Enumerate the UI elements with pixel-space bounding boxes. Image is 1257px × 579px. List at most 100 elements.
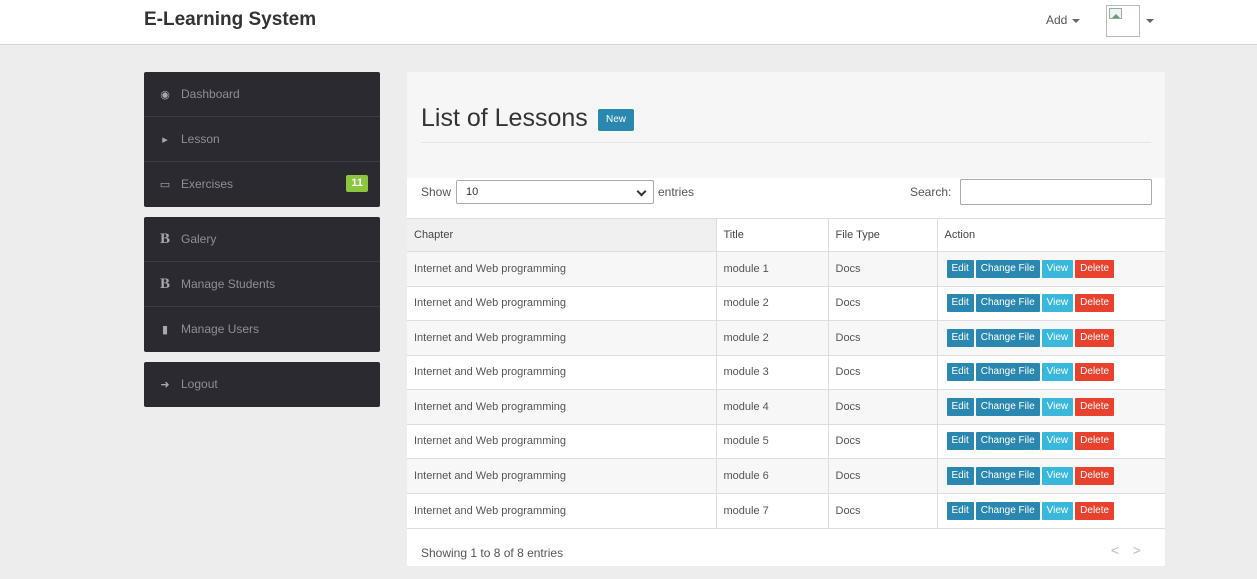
b-icon: B	[159, 231, 170, 247]
change-file-button[interactable]: Change File	[975, 501, 1040, 520]
lessons-panel: List of Lessons New Show 10 entries Sear…	[407, 72, 1165, 566]
cell-title: module 6	[716, 458, 829, 493]
column-header-file-type[interactable]: File Type	[828, 218, 938, 252]
dashboard-icon: ◉	[160, 89, 170, 101]
sidebar-item-label: Dashboard	[181, 87, 240, 101]
edit-button[interactable]: Edit	[946, 328, 974, 347]
cell-title: module 2	[716, 285, 829, 321]
delete-button[interactable]: Delete	[1075, 328, 1115, 347]
cell-title: module 5	[716, 423, 829, 459]
view-button[interactable]: View	[1041, 466, 1074, 485]
cell-action: Edit Change File View Delete	[937, 251, 1165, 286]
page-length-value: 10	[466, 186, 479, 198]
pagination: < >	[1106, 542, 1146, 558]
search-label: Search:	[910, 185, 952, 199]
brand-title[interactable]: E-Learning System	[144, 9, 316, 31]
cell-title: module 2	[716, 320, 829, 355]
top-navbar: E-Learning System Add	[0, 0, 1257, 45]
change-file-button[interactable]: Change File	[975, 259, 1040, 278]
edit-button[interactable]: Edit	[946, 397, 974, 416]
table-row: Internet and Web programming module 1 Docs…	[407, 251, 1165, 286]
logout-icon: ➜	[160, 379, 170, 391]
sidebar-group-main: ◉ Dashboard ▸ Lesson ▭ Exercises 11	[144, 72, 380, 207]
cell-file-type: Docs	[828, 285, 938, 321]
cell-title: module 4	[716, 389, 829, 424]
view-button[interactable]: View	[1041, 397, 1074, 416]
edit-button[interactable]: Edit	[946, 294, 974, 313]
cell-file-type: Docs	[828, 320, 938, 355]
change-file-button[interactable]: Change File	[975, 432, 1040, 451]
cell-action: Edit Change File View Delete	[937, 389, 1165, 424]
page-title: List of Lessons	[421, 104, 588, 132]
delete-button[interactable]: Delete	[1075, 501, 1115, 520]
edit-button[interactable]: Edit	[946, 501, 974, 520]
table-row: Internet and Web programming module 2 Docs…	[407, 320, 1165, 355]
sidebar-item-manage-users[interactable]: ▮ Manage Users	[144, 307, 380, 352]
column-header-action[interactable]: Action	[937, 218, 1165, 252]
cell-chapter: Internet and Web programming	[407, 492, 717, 528]
table-row: Internet and Web programming module 4 Docs…	[407, 389, 1165, 424]
delete-button[interactable]: Delete	[1075, 466, 1115, 485]
table-row: Internet and Web programming module 2 Docs…	[407, 285, 1165, 321]
sidebar-item-dashboard[interactable]: ◉ Dashboard	[144, 72, 380, 117]
megaphone-icon: ▸	[162, 134, 168, 146]
view-button[interactable]: View	[1041, 259, 1074, 278]
add-dropdown[interactable]: Add	[1046, 13, 1081, 27]
cell-chapter: Internet and Web programming	[407, 285, 717, 321]
cell-action: Edit Change File View Delete	[937, 458, 1165, 493]
exercises-count-badge: 11	[346, 175, 368, 192]
delete-button[interactable]: Delete	[1075, 432, 1115, 451]
change-file-button[interactable]: Change File	[975, 294, 1040, 313]
chevron-down-icon[interactable]	[1146, 19, 1154, 23]
sidebar-item-logout[interactable]: ➜ Logout	[144, 362, 380, 407]
cell-file-type: Docs	[828, 251, 938, 286]
book-icon: ▮	[161, 324, 169, 336]
view-button[interactable]: View	[1041, 363, 1074, 382]
column-header-chapter[interactable]: Chapter	[407, 218, 717, 252]
divider	[421, 142, 1151, 143]
view-button[interactable]: View	[1041, 328, 1074, 347]
sidebar-item-exercises[interactable]: ▭ Exercises 11	[144, 162, 380, 207]
delete-button[interactable]: Delete	[1075, 259, 1115, 278]
table-row: Internet and Web programming module 5 Docs…	[407, 423, 1165, 459]
delete-button[interactable]: Delete	[1075, 294, 1115, 313]
sidebar-item-galery[interactable]: B Galery	[144, 217, 380, 262]
view-button[interactable]: View	[1041, 501, 1074, 520]
prev-page-button[interactable]: <	[1106, 542, 1124, 558]
search-input[interactable]	[960, 179, 1152, 205]
sidebar-item-label: Galery	[181, 232, 217, 246]
sidebar-item-manage-students[interactable]: B Manage Students	[144, 262, 380, 307]
cell-file-type: Docs	[828, 492, 938, 528]
delete-button[interactable]: Delete	[1075, 363, 1115, 382]
edit-button[interactable]: Edit	[946, 466, 974, 485]
delete-button[interactable]: Delete	[1075, 397, 1115, 416]
change-file-button[interactable]: Change File	[975, 328, 1040, 347]
add-label: Add	[1046, 13, 1068, 27]
cell-action: Edit Change File View Delete	[937, 354, 1165, 390]
sidebar-item-lesson[interactable]: ▸ Lesson	[144, 117, 380, 162]
show-label: Show	[421, 185, 452, 199]
next-page-button[interactable]: >	[1128, 542, 1146, 558]
avatar[interactable]	[1106, 5, 1140, 37]
change-file-button[interactable]: Change File	[975, 466, 1040, 485]
inbox-icon: ▭	[159, 179, 171, 191]
sidebar-item-label: Exercises	[181, 177, 234, 191]
view-button[interactable]: View	[1041, 294, 1074, 313]
table-info: Showing 1 to 8 of 8 entries	[421, 546, 564, 560]
table-row: Internet and Web programming module 3 Docs…	[407, 354, 1165, 390]
page-length-select[interactable]: 10	[456, 180, 654, 204]
edit-button[interactable]: Edit	[946, 432, 974, 451]
edit-button[interactable]: Edit	[946, 363, 974, 382]
table-header-row: Chapter Title File Type Action	[407, 218, 1165, 252]
cell-action: Edit Change File View Delete	[937, 285, 1165, 321]
column-header-title[interactable]: Title	[716, 218, 829, 252]
cell-title: module 7	[716, 492, 829, 528]
sidebar-group-manage: B Galery B Manage Students ▮ Manage Users	[144, 217, 380, 352]
cell-title: module 3	[716, 354, 829, 390]
new-lesson-button[interactable]: New	[598, 109, 635, 131]
edit-button[interactable]: Edit	[946, 259, 974, 278]
change-file-button[interactable]: Change File	[975, 397, 1040, 416]
change-file-button[interactable]: Change File	[975, 363, 1040, 382]
cell-chapter: Internet and Web programming	[407, 251, 717, 286]
view-button[interactable]: View	[1041, 432, 1074, 451]
